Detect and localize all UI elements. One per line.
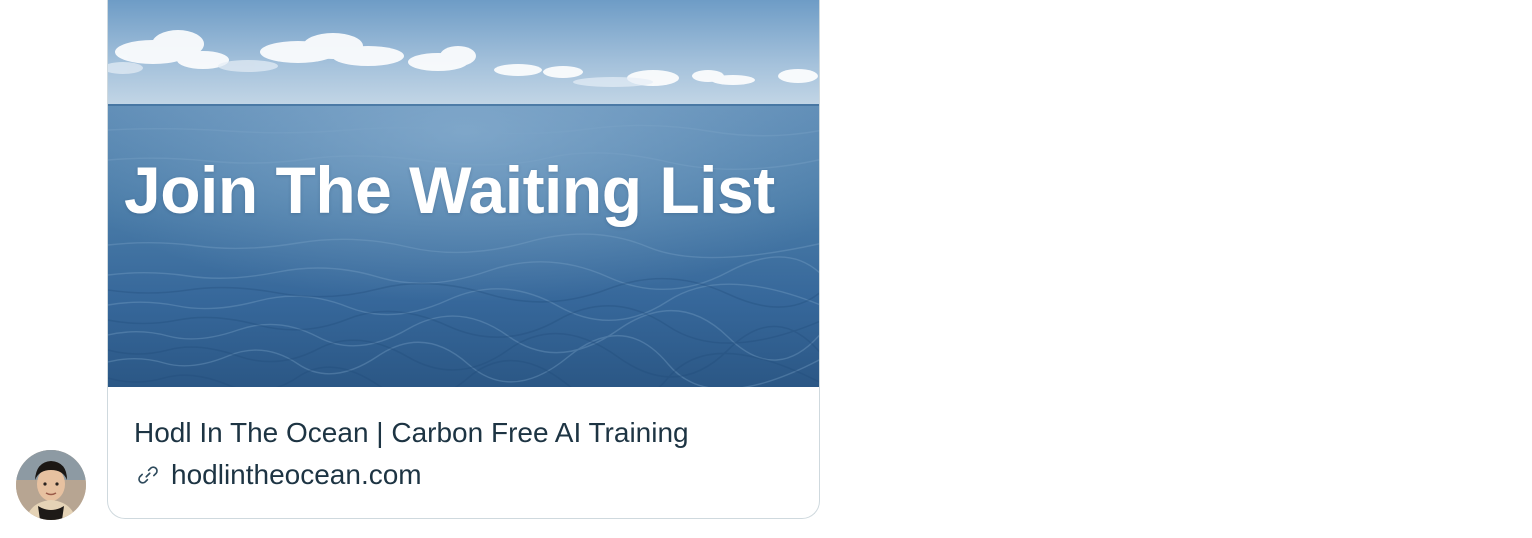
link-icon <box>134 461 162 489</box>
card-domain-link[interactable]: hodlintheocean.com <box>134 459 422 491</box>
card-title[interactable]: Hodl In The Ocean | Carbon Free AI Train… <box>134 417 689 449</box>
card-domain[interactable]: hodlintheocean.com <box>171 459 422 491</box>
card-body[interactable]: Hodl In The Ocean | Carbon Free AI Train… <box>108 387 819 518</box>
card-image-overlay-text: Join The Waiting List <box>124 153 775 227</box>
card-image[interactable]: Join The Waiting List <box>108 0 819 387</box>
link-preview-card[interactable]: Join The Waiting List Hodl In The Ocean … <box>107 0 820 519</box>
avatar[interactable] <box>16 450 86 520</box>
